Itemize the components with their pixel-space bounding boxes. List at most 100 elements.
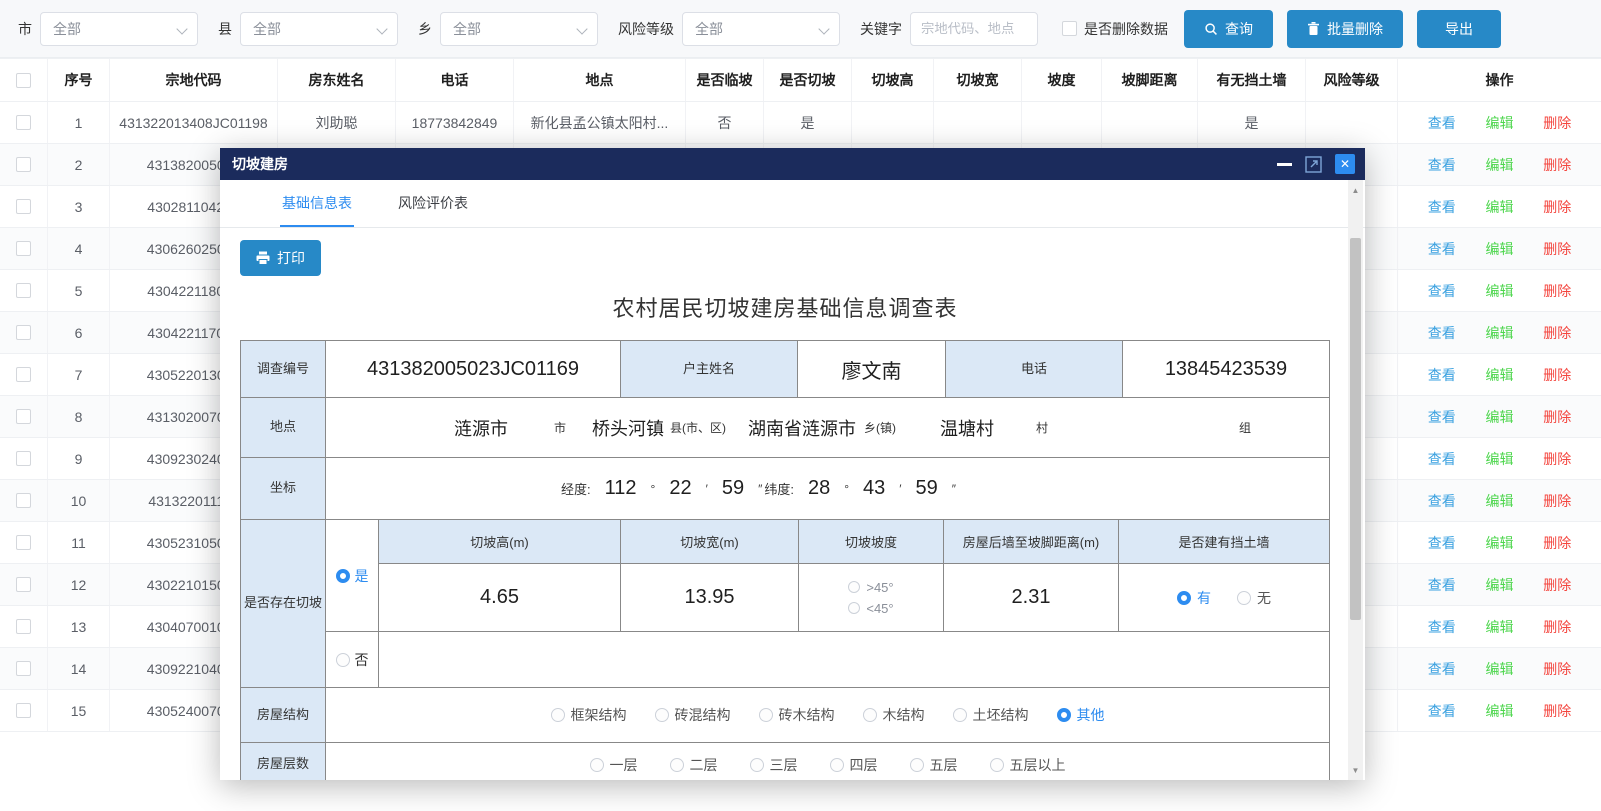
scroll-down-icon[interactable]: ▼ xyxy=(1348,766,1363,775)
export-button[interactable]: 导出 xyxy=(1417,10,1501,48)
view-link[interactable]: 查看 xyxy=(1428,701,1456,721)
row-checkbox[interactable] xyxy=(16,157,31,172)
modal-scrollbar[interactable]: ▲ ▼ xyxy=(1348,180,1363,780)
delete-link[interactable]: 删除 xyxy=(1543,659,1571,679)
cut-yes-radio[interactable] xyxy=(336,569,350,583)
edit-link[interactable]: 编辑 xyxy=(1486,533,1514,553)
floors-radio[interactable] xyxy=(830,758,844,772)
slope-lt45-radio[interactable] xyxy=(848,602,860,614)
longitude-sec: 59 xyxy=(722,477,744,500)
wall-yes-radio[interactable] xyxy=(1177,591,1191,605)
row-checkbox[interactable] xyxy=(16,283,31,298)
row-checkbox[interactable] xyxy=(16,409,31,424)
wall-no-radio[interactable] xyxy=(1237,591,1251,605)
township-select[interactable]: 全部 xyxy=(440,12,598,46)
row-checkbox[interactable] xyxy=(16,367,31,382)
delete-link[interactable]: 删除 xyxy=(1543,449,1571,469)
delete-link[interactable]: 删除 xyxy=(1543,575,1571,595)
edit-link[interactable]: 编辑 xyxy=(1486,239,1514,259)
row-checkbox[interactable] xyxy=(16,619,31,634)
scrollbar-thumb[interactable] xyxy=(1350,238,1361,620)
city-select[interactable]: 全部 xyxy=(40,12,198,46)
edit-link[interactable]: 编辑 xyxy=(1486,617,1514,637)
tab-risk-evaluation[interactable]: 风险评价表 xyxy=(396,180,470,227)
floors-radio[interactable] xyxy=(670,758,684,772)
view-link[interactable]: 查看 xyxy=(1428,407,1456,427)
row-checkbox[interactable] xyxy=(16,115,31,130)
query-button[interactable]: 查询 xyxy=(1184,10,1273,48)
floors-radio[interactable] xyxy=(590,758,604,772)
row-checkbox[interactable] xyxy=(16,535,31,550)
edit-link[interactable]: 编辑 xyxy=(1486,113,1514,133)
close-icon[interactable]: ✕ xyxy=(1335,154,1355,174)
structure-radio[interactable] xyxy=(1057,708,1071,722)
row-checkbox[interactable] xyxy=(16,493,31,508)
view-link[interactable]: 查看 xyxy=(1428,533,1456,553)
edit-link[interactable]: 编辑 xyxy=(1486,365,1514,385)
view-link[interactable]: 查看 xyxy=(1428,617,1456,637)
structure-radio[interactable] xyxy=(759,708,773,722)
delete-link[interactable]: 删除 xyxy=(1543,491,1571,511)
tab-basic-info[interactable]: 基础信息表 xyxy=(280,180,354,227)
row-checkbox[interactable] xyxy=(16,577,31,592)
delete-link[interactable]: 删除 xyxy=(1543,701,1571,721)
view-link[interactable]: 查看 xyxy=(1428,281,1456,301)
batch-delete-button[interactable]: 批量删除 xyxy=(1287,10,1403,48)
floors-radio[interactable] xyxy=(990,758,1004,772)
edit-link[interactable]: 编辑 xyxy=(1486,323,1514,343)
edit-link[interactable]: 编辑 xyxy=(1486,155,1514,175)
edit-link[interactable]: 编辑 xyxy=(1486,491,1514,511)
view-link[interactable]: 查看 xyxy=(1428,239,1456,259)
structure-radio[interactable] xyxy=(953,708,967,722)
floors-radio[interactable] xyxy=(750,758,764,772)
print-button[interactable]: 打印 xyxy=(240,240,321,276)
show-deleted-checkbox[interactable] xyxy=(1062,21,1077,36)
view-link[interactable]: 查看 xyxy=(1428,155,1456,175)
delete-link[interactable]: 删除 xyxy=(1543,197,1571,217)
view-link[interactable]: 查看 xyxy=(1428,365,1456,385)
row-checkbox[interactable] xyxy=(16,199,31,214)
view-link[interactable]: 查看 xyxy=(1428,491,1456,511)
edit-link[interactable]: 编辑 xyxy=(1486,701,1514,721)
view-link[interactable]: 查看 xyxy=(1428,575,1456,595)
delete-link[interactable]: 删除 xyxy=(1543,533,1571,553)
delete-link[interactable]: 删除 xyxy=(1543,281,1571,301)
cut-no-radio[interactable] xyxy=(336,653,350,667)
delete-link[interactable]: 删除 xyxy=(1543,617,1571,637)
slope-gt45-radio[interactable] xyxy=(848,581,860,593)
delete-link[interactable]: 删除 xyxy=(1543,323,1571,343)
modal-titlebar[interactable]: 切坡建房 ✕ xyxy=(220,148,1365,180)
county-select[interactable]: 全部 xyxy=(240,12,398,46)
edit-link[interactable]: 编辑 xyxy=(1486,407,1514,427)
keyword-input[interactable] xyxy=(910,12,1038,46)
row-checkbox[interactable] xyxy=(16,661,31,676)
delete-link[interactable]: 删除 xyxy=(1543,407,1571,427)
risk-level-select[interactable]: 全部 xyxy=(682,12,840,46)
delete-link[interactable]: 删除 xyxy=(1543,365,1571,385)
structure-radio[interactable] xyxy=(551,708,565,722)
edit-link[interactable]: 编辑 xyxy=(1486,281,1514,301)
row-checkbox[interactable] xyxy=(16,325,31,340)
row-checkbox[interactable] xyxy=(16,451,31,466)
edit-link[interactable]: 编辑 xyxy=(1486,197,1514,217)
view-link[interactable]: 查看 xyxy=(1428,323,1456,343)
structure-radio[interactable] xyxy=(863,708,877,722)
floors-radio[interactable] xyxy=(910,758,924,772)
view-link[interactable]: 查看 xyxy=(1428,113,1456,133)
structure-radio[interactable] xyxy=(655,708,669,722)
view-link[interactable]: 查看 xyxy=(1428,197,1456,217)
edit-link[interactable]: 编辑 xyxy=(1486,449,1514,469)
delete-link[interactable]: 删除 xyxy=(1543,113,1571,133)
maximize-icon[interactable] xyxy=(1305,156,1322,173)
edit-link[interactable]: 编辑 xyxy=(1486,575,1514,595)
view-link[interactable]: 查看 xyxy=(1428,449,1456,469)
delete-link[interactable]: 删除 xyxy=(1543,239,1571,259)
select-all-checkbox[interactable] xyxy=(16,73,31,88)
delete-link[interactable]: 删除 xyxy=(1543,155,1571,175)
scroll-up-icon[interactable]: ▲ xyxy=(1348,186,1363,195)
edit-link[interactable]: 编辑 xyxy=(1486,659,1514,679)
row-checkbox[interactable] xyxy=(16,703,31,718)
minimize-icon[interactable] xyxy=(1277,163,1292,166)
row-checkbox[interactable] xyxy=(16,241,31,256)
view-link[interactable]: 查看 xyxy=(1428,659,1456,679)
